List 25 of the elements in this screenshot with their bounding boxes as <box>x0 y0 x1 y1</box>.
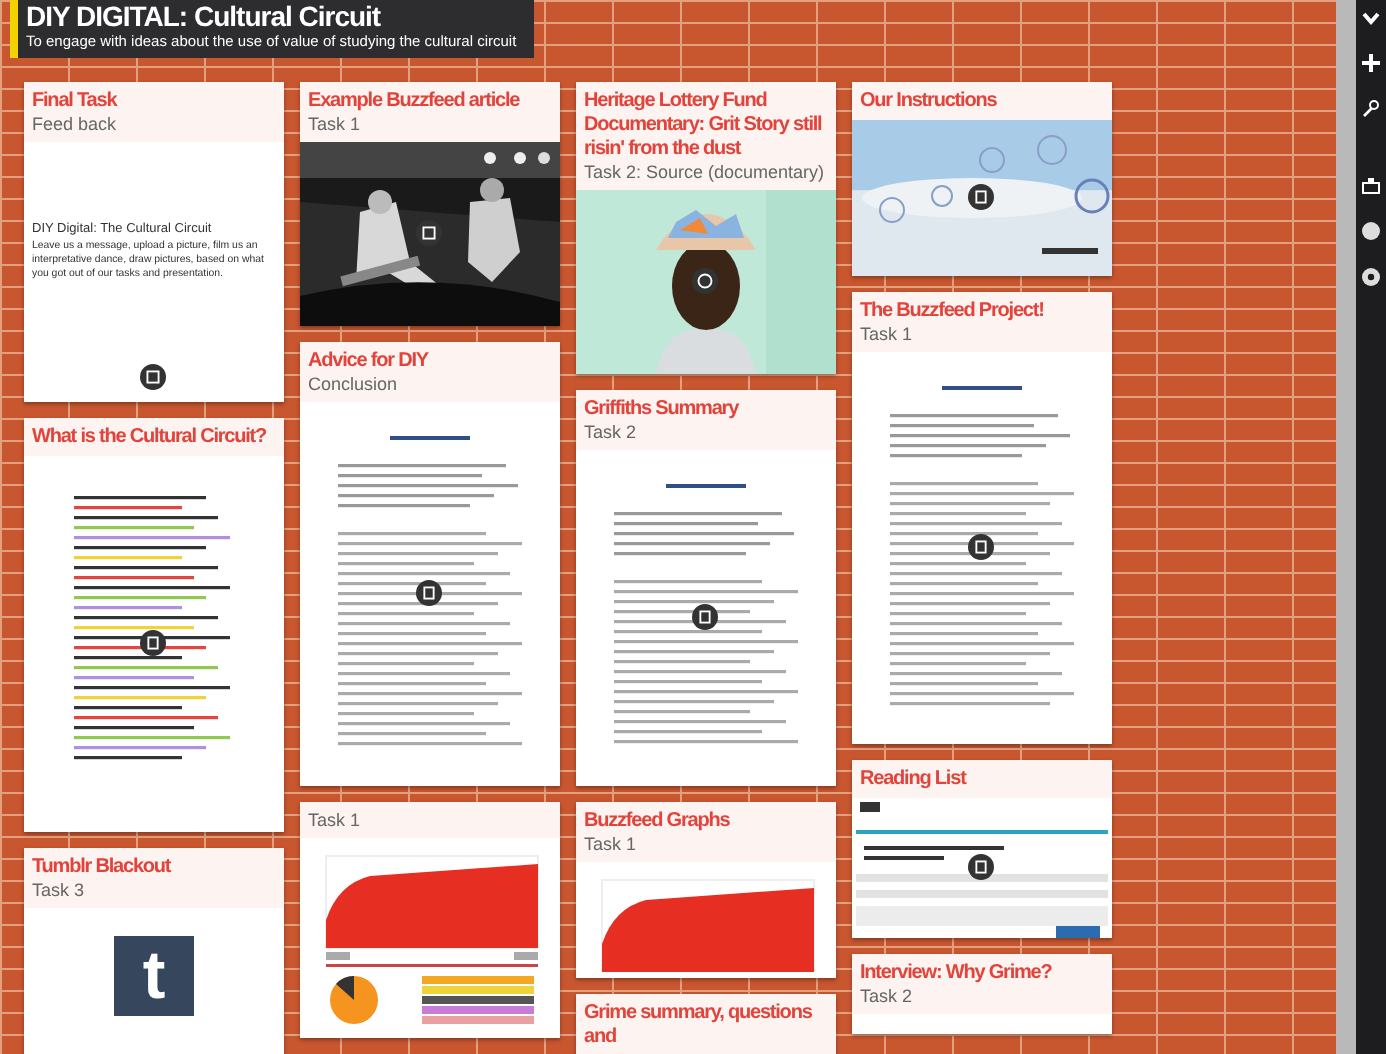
card-subtitle: Task 1 <box>308 810 363 832</box>
card-subtitle: Task 2 <box>860 986 915 1008</box>
card-title: Grime summary, questions and <box>584 1002 814 1050</box>
card-subtitle: Conclusion <box>308 374 400 396</box>
card-title: Advice for DIY <box>308 350 431 374</box>
card-subtitle: Feed back <box>32 114 119 136</box>
card-title: Example Buzzfeed article <box>308 90 522 114</box>
card-subtitle: Task 3 <box>32 880 87 902</box>
card-title: What is the Cultural Circuit? <box>32 426 269 450</box>
card-title: The Buzzfeed Project! <box>860 300 1046 324</box>
card-title: Our Instructions <box>860 90 999 114</box>
card-subtitle: Task 1 <box>584 834 639 856</box>
card-title: Final Task <box>32 90 120 114</box>
card-title: Heritage Lottery Fund Documentary: Grit Story still risin' from the dust <box>584 90 824 162</box>
card-subtitle: Task 1 <box>308 114 363 136</box>
card-title: Reading List <box>860 768 969 792</box>
card-title: Griffiths Summary <box>584 398 741 422</box>
card-title: Buzzfeed Graphs <box>584 810 732 834</box>
tumblr-logo: t <box>114 936 194 1016</box>
card-title: Interview: Why Grime? <box>860 962 1054 986</box>
card-subtitle: Task 1 <box>860 324 915 346</box>
card-title: Tumblr Blackout <box>32 856 173 880</box>
card-subtitle: Task 2 <box>584 422 639 444</box>
board-title: DIY DIGITAL: Cultural Circuit <box>26 0 383 32</box>
card-subtitle: Task 2: Source (documentary) <box>584 162 827 184</box>
